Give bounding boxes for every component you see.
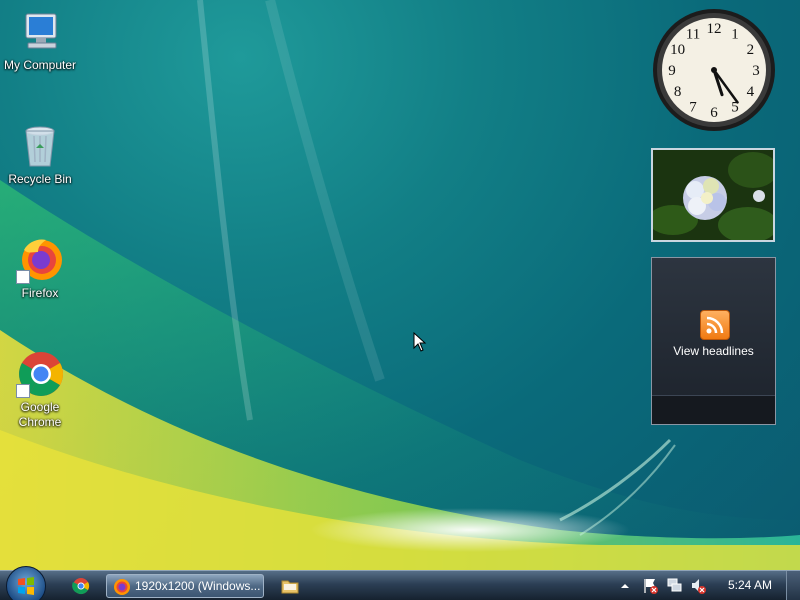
feed-footer — [652, 395, 775, 424]
clock-gadget[interactable]: 12 1 2 3 4 5 6 7 8 9 10 11 — [651, 8, 777, 132]
volume-muted-icon[interactable] — [690, 577, 706, 595]
taskbar: 1920x1200 (Windows... 5:24 AM — [0, 566, 800, 600]
clock-number: 10 — [670, 42, 685, 58]
start-button[interactable] — [6, 566, 46, 600]
desktop-icon-firefox[interactable]: Firefox — [0, 236, 80, 301]
feed-headlines-gadget[interactable]: View headlines — [651, 257, 776, 425]
show-desktop-button[interactable] — [786, 571, 800, 600]
clock-number: 2 — [747, 42, 755, 58]
slideshow-gadget[interactable] — [648, 148, 778, 243]
view-headlines-link[interactable]: View headlines — [652, 344, 775, 358]
chevron-up-icon[interactable] — [620, 581, 630, 591]
network-icon[interactable] — [667, 577, 683, 595]
chrome-icon — [72, 578, 90, 595]
quicklaunch-explorer[interactable] — [280, 574, 300, 598]
slideshow-image — [648, 150, 778, 243]
desktop-icon-label: My Computer — [3, 58, 77, 72]
clock-number: 8 — [674, 84, 682, 100]
chrome-icon — [16, 350, 64, 398]
clock-number: 4 — [747, 84, 755, 100]
desktop-icon-label: Google Chrome — [18, 400, 62, 429]
windows-logo-icon — [18, 577, 34, 595]
clock-time[interactable]: 5:24 AM — [728, 578, 772, 592]
firefox-icon — [16, 236, 64, 284]
clock-number: 6 — [710, 105, 718, 121]
action-center-flag-icon[interactable] — [643, 577, 659, 595]
task-label: 1920x1200 (Windows... — [135, 579, 261, 593]
clock-number: 11 — [686, 27, 700, 43]
desktop-icon-my-computer[interactable]: My Computer — [0, 8, 80, 73]
desktop-icon-label: Recycle Bin — [8, 172, 72, 186]
desktop-icon-google-chrome[interactable]: Google Chrome — [0, 350, 80, 430]
clock-number: 7 — [689, 99, 697, 115]
clock-number: 12 — [707, 21, 722, 37]
taskbar-task-firefox[interactable]: 1920x1200 (Windows... — [106, 574, 264, 598]
desktop-icon-recycle-bin[interactable]: Recycle Bin — [0, 122, 80, 187]
clock-number: 1 — [731, 27, 739, 43]
clock-face: 12 1234567891011 — [653, 9, 775, 131]
clock-number: 3 — [752, 63, 760, 79]
shortcut-arrow-icon — [16, 384, 30, 398]
recycle-bin-icon — [16, 122, 64, 170]
computer-icon — [16, 8, 64, 56]
desktop[interactable]: My Computer Recycle Bin Firefox Google C… — [0, 0, 800, 570]
folder-icon — [281, 580, 299, 594]
shortcut-arrow-icon — [16, 270, 30, 284]
mouse-cursor-icon — [413, 332, 427, 352]
desktop-icon-label: Firefox — [21, 286, 59, 300]
quicklaunch-chrome[interactable] — [70, 574, 92, 598]
clock-number: 9 — [668, 63, 676, 79]
rss-icon — [700, 310, 730, 340]
firefox-icon — [114, 579, 130, 595]
